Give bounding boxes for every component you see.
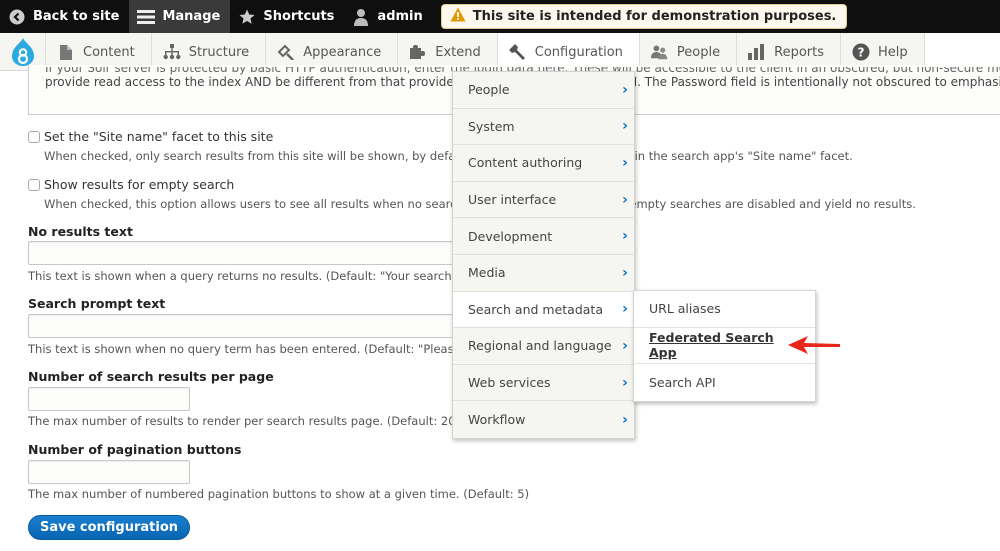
menu-item-label: People	[468, 82, 510, 98]
hamburger-icon	[137, 8, 156, 26]
menu-item-label: Content authoring	[468, 155, 583, 171]
menu-item-label: Web services	[468, 375, 551, 391]
tray-extend-label: Extend	[435, 44, 481, 60]
tray-help-label: Help	[878, 44, 908, 60]
manage-tab[interactable]: Manage	[129, 0, 231, 33]
submenu-item-url-aliases[interactable]: URL aliases	[634, 291, 815, 328]
drupal-drop-icon	[11, 38, 34, 66]
show-empty-option[interactable]: Show results for empty search	[28, 177, 234, 192]
menu-item-label: Development	[468, 228, 553, 244]
annotation-arrow-icon	[788, 336, 840, 354]
search-prompt-description: This text is shown when no query term ha…	[28, 342, 479, 356]
menu-item-web-services[interactable]: Web services ›	[453, 365, 634, 402]
tray-people-label: People	[676, 44, 721, 60]
help-icon: ?	[852, 43, 870, 61]
menu-item-workflow[interactable]: Workflow ›	[453, 401, 634, 438]
tray-reports-label: Reports	[774, 44, 824, 60]
no-results-description: This text is shown when a query returns …	[28, 269, 473, 283]
menu-item-label: System	[468, 118, 515, 134]
pagination-buttons-input[interactable]	[28, 460, 190, 484]
star-icon	[238, 8, 256, 26]
tray-configuration-label: Configuration	[534, 44, 623, 60]
site-name-facet-checkbox[interactable]	[28, 130, 40, 143]
chevron-right-icon: ›	[622, 374, 628, 391]
chevron-right-icon: ›	[622, 191, 628, 208]
tray-structure-label: Structure	[188, 44, 250, 60]
menu-item-media[interactable]: Media ›	[453, 255, 634, 292]
chevron-right-icon: ›	[622, 264, 628, 281]
chevron-right-icon: ›	[622, 81, 628, 98]
results-per-page-label: Number of search results per page	[28, 369, 274, 384]
menu-item-label: User interface	[468, 192, 557, 208]
admin-toolbar: Back to site Manage Shortcuts admin This…	[0, 0, 1000, 33]
results-per-page-input[interactable]	[28, 387, 190, 411]
results-per-page-description: The max number of results to render per …	[28, 414, 460, 428]
no-results-label: No results text	[28, 224, 133, 239]
show-empty-label: Show results for empty search	[44, 177, 235, 192]
configuration-menu: People › System › Content authoring › User …	[452, 71, 635, 439]
menu-item-system[interactable]: System ›	[453, 109, 634, 146]
menu-item-regional-and-language[interactable]: Regional and language ›	[453, 328, 634, 365]
back-to-site-link[interactable]: Back to site	[0, 0, 129, 33]
svg-text:?: ?	[858, 46, 865, 60]
menu-item-label: Workflow	[468, 412, 526, 428]
menu-item-user-interface[interactable]: User interface ›	[453, 182, 634, 219]
shortcuts-tab[interactable]: Shortcuts	[230, 0, 344, 33]
people-icon	[650, 43, 669, 61]
puzzle-icon	[409, 43, 427, 61]
back-to-site-label: Back to site	[33, 9, 120, 24]
back-arrow-icon	[8, 8, 26, 26]
site-name-facet-option[interactable]: Set the "Site name" facet to this site	[28, 129, 273, 144]
tray-appearance-label: Appearance	[303, 44, 382, 60]
menu-item-content-authoring[interactable]: Content authoring ›	[453, 145, 634, 182]
demo-notice: This site is intended for demonstration …	[440, 4, 848, 29]
notice-text: This site is intended for demonstration …	[472, 9, 837, 24]
search-prompt-label: Search prompt text	[28, 296, 166, 311]
sitemap-icon	[163, 43, 181, 61]
user-tab[interactable]: admin	[344, 0, 432, 33]
shortcuts-label: Shortcuts	[263, 9, 335, 24]
menu-item-development[interactable]: Development ›	[453, 218, 634, 255]
menu-item-label: Media	[468, 265, 506, 281]
menu-item-people[interactable]: People ›	[453, 72, 634, 109]
pagination-buttons-description: The max number of numbered pagination bu…	[28, 487, 530, 501]
save-configuration-button[interactable]: Save configuration	[28, 515, 190, 540]
chevron-right-icon: ›	[622, 154, 628, 171]
page-icon	[57, 43, 75, 61]
pagination-buttons-label: Number of pagination buttons	[28, 442, 242, 457]
menu-item-label: Search and metadata	[468, 301, 603, 317]
bar-chart-icon	[748, 43, 766, 61]
site-name-facet-description: When checked, only search results from t…	[44, 149, 853, 163]
user-label: admin	[377, 9, 423, 24]
chevron-right-icon: ›	[622, 411, 628, 428]
manage-label: Manage	[162, 9, 221, 24]
warning-icon	[450, 7, 466, 26]
user-icon	[352, 8, 370, 26]
paintbrush-icon	[277, 43, 295, 61]
wrench-icon	[508, 43, 527, 61]
chevron-right-icon: ›	[622, 337, 628, 354]
menu-item-search-and-metadata[interactable]: Search and metadata ›	[453, 291, 634, 329]
chevron-right-icon: ›	[622, 301, 628, 318]
submenu-item-search-api[interactable]: Search API	[634, 364, 815, 401]
menu-item-label: Regional and language	[468, 338, 612, 354]
site-name-facet-label: Set the "Site name" facet to this site	[44, 129, 274, 144]
chevron-right-icon: ›	[622, 228, 628, 245]
chevron-right-icon: ›	[622, 118, 628, 135]
show-empty-checkbox[interactable]	[28, 178, 40, 191]
tray-content-label: Content	[83, 44, 135, 60]
